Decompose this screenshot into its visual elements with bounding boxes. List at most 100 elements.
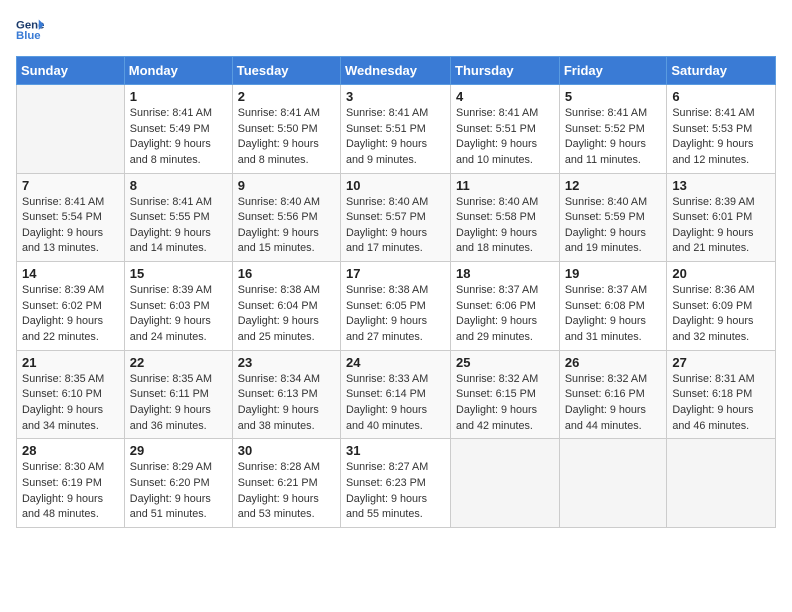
day-number: 6 [672, 89, 770, 104]
calendar-cell: 10 Sunrise: 8:40 AM Sunset: 5:57 PM Dayli… [340, 173, 450, 262]
day-number: 26 [565, 355, 662, 370]
day-detail: Sunrise: 8:41 AM Sunset: 5:53 PM Dayligh… [672, 106, 770, 169]
day-number: 10 [346, 178, 445, 193]
day-detail: Sunrise: 8:37 AM Sunset: 6:08 PM Dayligh… [565, 283, 662, 346]
day-detail: Sunrise: 8:39 AM Sunset: 6:01 PM Dayligh… [672, 195, 770, 258]
calendar-cell: 21Sunrise: 8:35 AM Sunset: 6:10 PM Dayli… [17, 350, 125, 439]
day-number: 22 [130, 355, 227, 370]
day-detail: Sunrise: 8:32 AM Sunset: 6:16 PM Dayligh… [565, 372, 662, 435]
calendar-week-2: 7 Sunrise: 8:41 AM Sunset: 5:54 PM Daylig… [17, 173, 776, 262]
calendar-cell [17, 85, 125, 174]
calendar-cell: 2 Sunrise: 8:41 AM Sunset: 5:50 PM Daylig… [232, 85, 340, 174]
calendar-week-5: 28Sunrise: 8:30 AM Sunset: 6:19 PM Dayli… [17, 439, 776, 528]
day-detail: Sunrise: 8:41 AM Sunset: 5:52 PM Dayligh… [565, 106, 662, 169]
day-detail: Sunrise: 8:32 AM Sunset: 6:15 PM Dayligh… [456, 372, 554, 435]
calendar-cell [559, 439, 667, 528]
day-number: 16 [238, 266, 335, 281]
calendar-cell: 6 Sunrise: 8:41 AM Sunset: 5:53 PM Daylig… [667, 85, 776, 174]
calendar-cell: 3 Sunrise: 8:41 AM Sunset: 5:51 PM Daylig… [340, 85, 450, 174]
logo: General Blue [16, 16, 48, 44]
day-number: 23 [238, 355, 335, 370]
day-detail: Sunrise: 8:38 AM Sunset: 6:05 PM Dayligh… [346, 283, 445, 346]
day-detail: Sunrise: 8:39 AM Sunset: 6:03 PM Dayligh… [130, 283, 227, 346]
day-detail: Sunrise: 8:40 AM Sunset: 5:57 PM Dayligh… [346, 195, 445, 258]
day-detail: Sunrise: 8:38 AM Sunset: 6:04 PM Dayligh… [238, 283, 335, 346]
calendar-cell: 4 Sunrise: 8:41 AM Sunset: 5:51 PM Daylig… [451, 85, 560, 174]
calendar-cell: 25 Sunrise: 8:32 AM Sunset: 6:15 PM Dayli… [451, 350, 560, 439]
day-number: 7 [22, 178, 119, 193]
day-detail: Sunrise: 8:28 AM Sunset: 6:21 PM Dayligh… [238, 460, 335, 523]
day-number: 3 [346, 89, 445, 104]
day-detail: Sunrise: 8:31 AM Sunset: 6:18 PM Dayligh… [672, 372, 770, 435]
calendar-cell: 16 Sunrise: 8:38 AM Sunset: 6:04 PM Dayli… [232, 262, 340, 351]
day-detail: Sunrise: 8:41 AM Sunset: 5:54 PM Dayligh… [22, 195, 119, 258]
header-cell-sunday: Sunday [17, 57, 125, 85]
header-cell-wednesday: Wednesday [340, 57, 450, 85]
day-detail: Sunrise: 8:41 AM Sunset: 5:49 PM Dayligh… [130, 106, 227, 169]
calendar-cell: 5 Sunrise: 8:41 AM Sunset: 5:52 PM Daylig… [559, 85, 667, 174]
day-detail: Sunrise: 8:33 AM Sunset: 6:14 PM Dayligh… [346, 372, 445, 435]
day-detail: Sunrise: 8:40 AM Sunset: 5:56 PM Dayligh… [238, 195, 335, 258]
day-detail: Sunrise: 8:40 AM Sunset: 5:58 PM Dayligh… [456, 195, 554, 258]
calendar-cell: 24 Sunrise: 8:33 AM Sunset: 6:14 PM Dayli… [340, 350, 450, 439]
day-number: 1 [130, 89, 227, 104]
day-number: 21 [22, 355, 119, 370]
calendar-cell: 28Sunrise: 8:30 AM Sunset: 6:19 PM Dayli… [17, 439, 125, 528]
day-number: 30 [238, 443, 335, 458]
calendar-cell: 30 Sunrise: 8:28 AM Sunset: 6:21 PM Dayli… [232, 439, 340, 528]
day-number: 25 [456, 355, 554, 370]
calendar-cell: 31Sunrise: 8:27 AM Sunset: 6:23 PM Dayli… [340, 439, 450, 528]
day-detail: Sunrise: 8:41 AM Sunset: 5:51 PM Dayligh… [456, 106, 554, 169]
calendar-cell: 13Sunrise: 8:39 AM Sunset: 6:01 PM Dayli… [667, 173, 776, 262]
calendar-cell [667, 439, 776, 528]
day-number: 20 [672, 266, 770, 281]
day-number: 27 [672, 355, 770, 370]
day-detail: Sunrise: 8:41 AM Sunset: 5:51 PM Dayligh… [346, 106, 445, 169]
calendar-cell: 7 Sunrise: 8:41 AM Sunset: 5:54 PM Daylig… [17, 173, 125, 262]
header-row: SundayMondayTuesdayWednesdayThursdayFrid… [17, 57, 776, 85]
page-header: General Blue [16, 16, 776, 44]
calendar-cell: 26 Sunrise: 8:32 AM Sunset: 6:16 PM Dayli… [559, 350, 667, 439]
day-detail: Sunrise: 8:34 AM Sunset: 6:13 PM Dayligh… [238, 372, 335, 435]
day-number: 2 [238, 89, 335, 104]
calendar-cell: 8Sunrise: 8:41 AM Sunset: 5:55 PM Daylig… [124, 173, 232, 262]
calendar-cell: 27 Sunrise: 8:31 AM Sunset: 6:18 PM Dayli… [667, 350, 776, 439]
calendar-cell: 12Sunrise: 8:40 AM Sunset: 5:59 PM Dayli… [559, 173, 667, 262]
calendar-week-3: 14Sunrise: 8:39 AM Sunset: 6:02 PM Dayli… [17, 262, 776, 351]
calendar-cell: 23 Sunrise: 8:34 AM Sunset: 6:13 PM Dayli… [232, 350, 340, 439]
day-number: 15 [130, 266, 227, 281]
calendar-header: SundayMondayTuesdayWednesdayThursdayFrid… [17, 57, 776, 85]
calendar-table: SundayMondayTuesdayWednesdayThursdayFrid… [16, 56, 776, 528]
calendar-cell: 22Sunrise: 8:35 AM Sunset: 6:11 PM Dayli… [124, 350, 232, 439]
day-number: 12 [565, 178, 662, 193]
day-number: 11 [456, 178, 554, 193]
day-number: 18 [456, 266, 554, 281]
day-number: 9 [238, 178, 335, 193]
calendar-cell: 14Sunrise: 8:39 AM Sunset: 6:02 PM Dayli… [17, 262, 125, 351]
calendar-cell: 19 Sunrise: 8:37 AM Sunset: 6:08 PM Dayli… [559, 262, 667, 351]
day-number: 8 [130, 178, 227, 193]
day-detail: Sunrise: 8:37 AM Sunset: 6:06 PM Dayligh… [456, 283, 554, 346]
calendar-week-1: 1 Sunrise: 8:41 AM Sunset: 5:49 PM Daylig… [17, 85, 776, 174]
calendar-cell: 1 Sunrise: 8:41 AM Sunset: 5:49 PM Daylig… [124, 85, 232, 174]
day-detail: Sunrise: 8:30 AM Sunset: 6:19 PM Dayligh… [22, 460, 119, 523]
day-detail: Sunrise: 8:41 AM Sunset: 5:50 PM Dayligh… [238, 106, 335, 169]
day-number: 4 [456, 89, 554, 104]
calendar-cell: 15 Sunrise: 8:39 AM Sunset: 6:03 PM Dayli… [124, 262, 232, 351]
calendar-cell: 20Sunrise: 8:36 AM Sunset: 6:09 PM Dayli… [667, 262, 776, 351]
calendar-cell: 29Sunrise: 8:29 AM Sunset: 6:20 PM Dayli… [124, 439, 232, 528]
svg-text:Blue: Blue [16, 30, 41, 42]
day-number: 19 [565, 266, 662, 281]
day-number: 17 [346, 266, 445, 281]
calendar-cell: 11 Sunrise: 8:40 AM Sunset: 5:58 PM Dayli… [451, 173, 560, 262]
day-detail: Sunrise: 8:27 AM Sunset: 6:23 PM Dayligh… [346, 460, 445, 523]
calendar-cell: 9 Sunrise: 8:40 AM Sunset: 5:56 PM Daylig… [232, 173, 340, 262]
day-number: 24 [346, 355, 445, 370]
header-cell-saturday: Saturday [667, 57, 776, 85]
day-number: 5 [565, 89, 662, 104]
header-cell-thursday: Thursday [451, 57, 560, 85]
calendar-cell: 17 Sunrise: 8:38 AM Sunset: 6:05 PM Dayli… [340, 262, 450, 351]
calendar-cell [451, 439, 560, 528]
day-detail: Sunrise: 8:29 AM Sunset: 6:20 PM Dayligh… [130, 460, 227, 523]
day-detail: Sunrise: 8:39 AM Sunset: 6:02 PM Dayligh… [22, 283, 119, 346]
